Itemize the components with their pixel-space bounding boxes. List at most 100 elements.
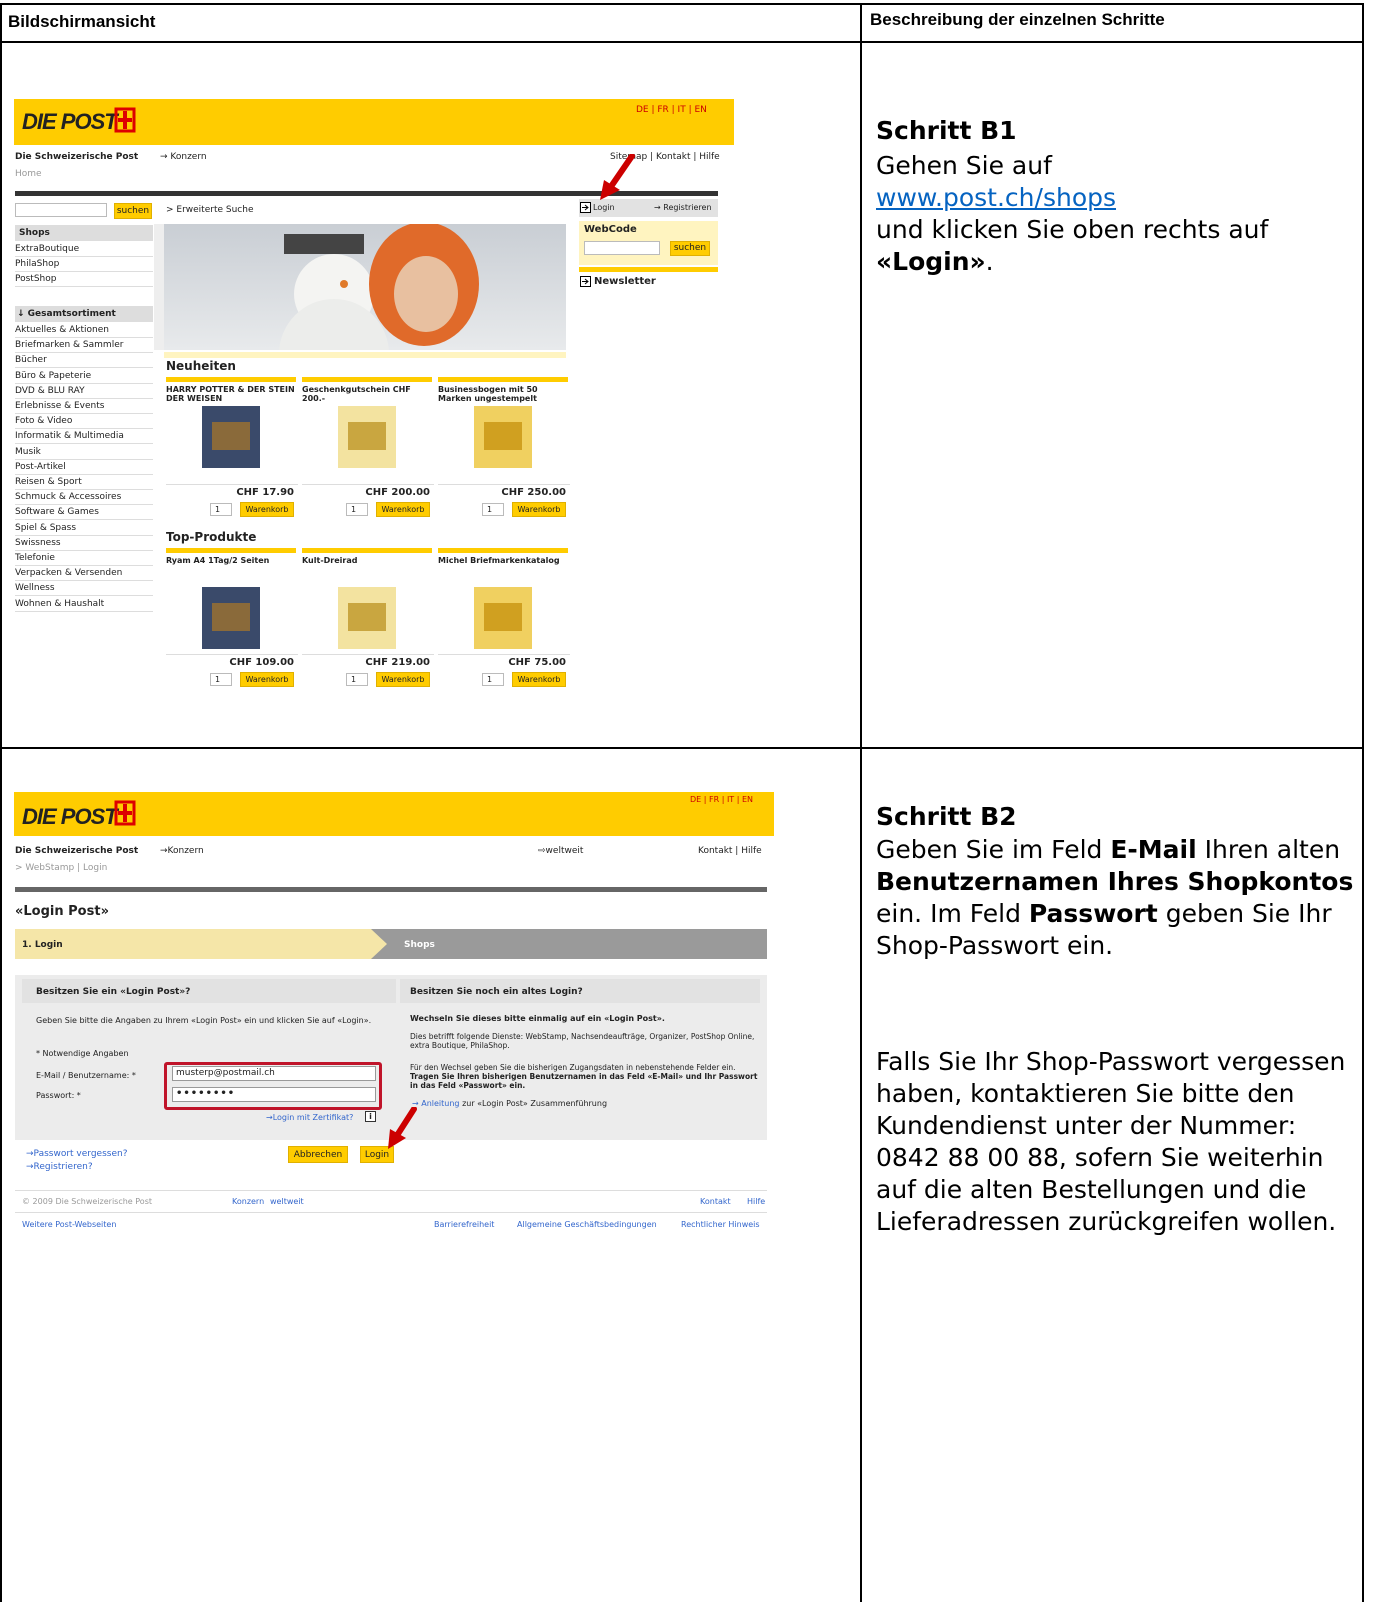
step1-link[interactable]: www.post.ch/shops xyxy=(876,183,1116,212)
tab-shops[interactable]: Shops xyxy=(404,940,435,950)
sidebar-category-item[interactable]: Reisen & Sport xyxy=(15,475,153,490)
add-to-cart-button[interactable]: Warenkorb xyxy=(240,502,294,517)
quantity-input[interactable]: 1 xyxy=(482,673,504,686)
page-title: «Login Post» xyxy=(15,904,109,919)
product-divider xyxy=(302,484,434,485)
sidebar-category-item[interactable]: Swissness xyxy=(15,536,153,551)
extended-search-link[interactable]: > Erweiterte Suche xyxy=(166,205,254,215)
sidebar-category-item[interactable]: Briefmarken & Sammler xyxy=(15,338,153,354)
footer-konzern-link[interactable]: Konzern xyxy=(232,1197,264,1206)
forgot-password-link[interactable]: →Passwort vergessen? xyxy=(26,1149,127,1159)
lang-switch[interactable]: DE | FR | IT | EN xyxy=(690,795,753,804)
register-link[interactable]: →Registrieren? xyxy=(26,1162,93,1172)
certificate-link[interactable]: →Login mit Zertifikat? xyxy=(266,1113,353,1122)
search-input[interactable] xyxy=(15,203,107,217)
quantity-input[interactable]: 1 xyxy=(210,503,232,516)
lang-switch[interactable]: DE | FR | IT | EN xyxy=(636,105,707,115)
password-value: •••••••• xyxy=(176,1088,236,1099)
password-label: Passwort: * xyxy=(36,1091,81,1100)
sidebar-category-item[interactable]: Büro & Papeterie xyxy=(15,369,153,384)
product-name[interactable]: Businessbogen mit 50 Marken ungestempelt xyxy=(438,385,572,403)
terms-link[interactable]: Allgemeine Geschäftsbedingungen xyxy=(517,1220,657,1229)
add-to-cart-button[interactable]: Warenkorb xyxy=(512,502,566,517)
sidebar-category-item[interactable]: Musik xyxy=(15,445,153,460)
weltweit-link[interactable]: ⇨weltweit xyxy=(538,846,583,856)
more-sites-link[interactable]: Weitere Post-Webseiten xyxy=(22,1220,116,1229)
table-border-row-divider xyxy=(0,747,1364,749)
product-name[interactable]: HARRY POTTER & DER STEIN DER WEISEN xyxy=(166,385,300,403)
product-strip xyxy=(438,377,568,382)
sidebar-category-item[interactable]: DVD & BLU RAY xyxy=(15,384,153,399)
sidebar-category-item[interactable]: Wellness xyxy=(15,581,153,597)
footer-kontakt-link[interactable]: Kontakt xyxy=(700,1197,731,1206)
neuheiten-strip xyxy=(164,352,566,358)
email-value: musterp@postmail.ch xyxy=(176,1068,275,1078)
webcode-search-button[interactable]: suchen xyxy=(670,241,710,256)
sidebar-category-item[interactable]: Post-Artikel xyxy=(15,460,153,475)
sidebar-category-item[interactable]: Erlebnisse & Events xyxy=(15,399,153,414)
sidebar-category-item[interactable]: Bücher xyxy=(15,353,153,369)
accessibility-link[interactable]: Barrierefreiheit xyxy=(434,1220,494,1229)
konzern-link[interactable]: →Konzern xyxy=(160,846,204,856)
sidebar-category-item[interactable]: Wohnen & Haushalt xyxy=(15,597,153,612)
step1-line2: und klicken Sie oben rechts auf xyxy=(876,215,1269,244)
sidebar-shop-item[interactable]: PostShop xyxy=(15,272,153,287)
konzern-link[interactable]: → Konzern xyxy=(160,152,207,162)
product-name[interactable]: Michel Briefmarkenkatalog xyxy=(438,556,572,565)
search-button[interactable]: suchen xyxy=(114,203,152,219)
step2-title: Schritt B2 xyxy=(876,802,1017,831)
product-divider xyxy=(302,654,434,655)
sidebar-category-item[interactable]: Informatik & Multimedia xyxy=(15,429,153,445)
sidebar-category-item[interactable]: Aktuelles & Aktionen xyxy=(15,323,153,338)
top-links[interactable]: Kontakt | Hilfe xyxy=(698,846,762,856)
left-heading: Besitzen Sie ein «Login Post»? xyxy=(36,987,191,997)
product-image[interactable] xyxy=(332,585,402,651)
product-name[interactable]: Ryam A4 1Tag/2 Seiten xyxy=(166,556,300,565)
add-to-cart-button[interactable]: Warenkorb xyxy=(512,672,566,687)
product-image[interactable] xyxy=(468,585,538,651)
step2-text: Geben Sie im Feld xyxy=(876,835,1111,864)
sidebar-category-item[interactable]: Foto & Video xyxy=(15,414,153,430)
sidebar-shop-item[interactable]: PhilaShop xyxy=(15,257,153,272)
product-image[interactable] xyxy=(468,404,538,470)
tab-login[interactable]: 1. Login xyxy=(22,940,63,950)
product-image[interactable] xyxy=(196,585,266,651)
sidebar-shop-item[interactable]: ExtraBoutique xyxy=(15,242,153,257)
anleitung-link[interactable]: → Anleitung xyxy=(412,1099,460,1108)
left-instruction: Geben Sie bitte die Angaben zu Ihrem «Lo… xyxy=(36,1016,372,1025)
footer-hilfe-link[interactable]: Hilfe xyxy=(747,1197,765,1206)
shops-title: Shops xyxy=(19,228,50,238)
breadcrumb-home[interactable]: Home xyxy=(15,169,42,179)
footer-weltweit-link[interactable]: weltweit xyxy=(270,1197,304,1206)
progress-steps xyxy=(15,929,767,959)
sidebar-category-item[interactable]: Telefonie xyxy=(15,551,153,566)
cancel-button[interactable]: Abbrechen xyxy=(288,1146,348,1163)
step2-text: Ihren alten xyxy=(1196,835,1341,864)
quantity-input[interactable]: 1 xyxy=(482,503,504,516)
step1-dot: . xyxy=(985,247,994,276)
sidebar-category-item[interactable]: Verpacken & Versenden xyxy=(15,566,153,582)
product-image[interactable] xyxy=(332,404,402,470)
sidebar-category-item[interactable]: Spiel & Spass xyxy=(15,521,153,536)
product-name[interactable]: Kult-Dreirad xyxy=(302,556,436,565)
login-link[interactable]: Login xyxy=(593,203,615,212)
add-to-cart-button[interactable]: Warenkorb xyxy=(240,672,294,687)
newsletter-link[interactable]: Newsletter xyxy=(594,276,656,287)
right-instructions-normal: Für den Wechsel geben Sie die bisherigen… xyxy=(410,1063,736,1072)
register-link[interactable]: → Registrieren xyxy=(654,203,712,212)
sidebar-category-item[interactable]: Schmuck & Accessoires xyxy=(15,490,153,506)
top-products-title: Top-Produkte xyxy=(166,530,257,544)
breadcrumb[interactable]: > WebStamp | Login xyxy=(15,863,107,873)
quantity-input[interactable]: 1 xyxy=(346,673,368,686)
webcode-title: WebCode xyxy=(584,224,637,235)
add-to-cart-button[interactable]: Warenkorb xyxy=(376,502,430,517)
add-to-cart-button[interactable]: Warenkorb xyxy=(376,672,430,687)
quantity-input[interactable]: 1 xyxy=(210,673,232,686)
sidebar-category-item[interactable]: Software & Games xyxy=(15,505,153,521)
product-name[interactable]: Geschenkgutschein CHF 200.- xyxy=(302,385,436,403)
quantity-input[interactable]: 1 xyxy=(346,503,368,516)
screenshot-shop-home: DIE POST DE | FR | IT | EN Die Schweizer… xyxy=(14,99,734,699)
webcode-input[interactable] xyxy=(584,241,660,255)
legal-link[interactable]: Rechtlicher Hinweis xyxy=(681,1220,760,1229)
product-image[interactable] xyxy=(196,404,266,470)
